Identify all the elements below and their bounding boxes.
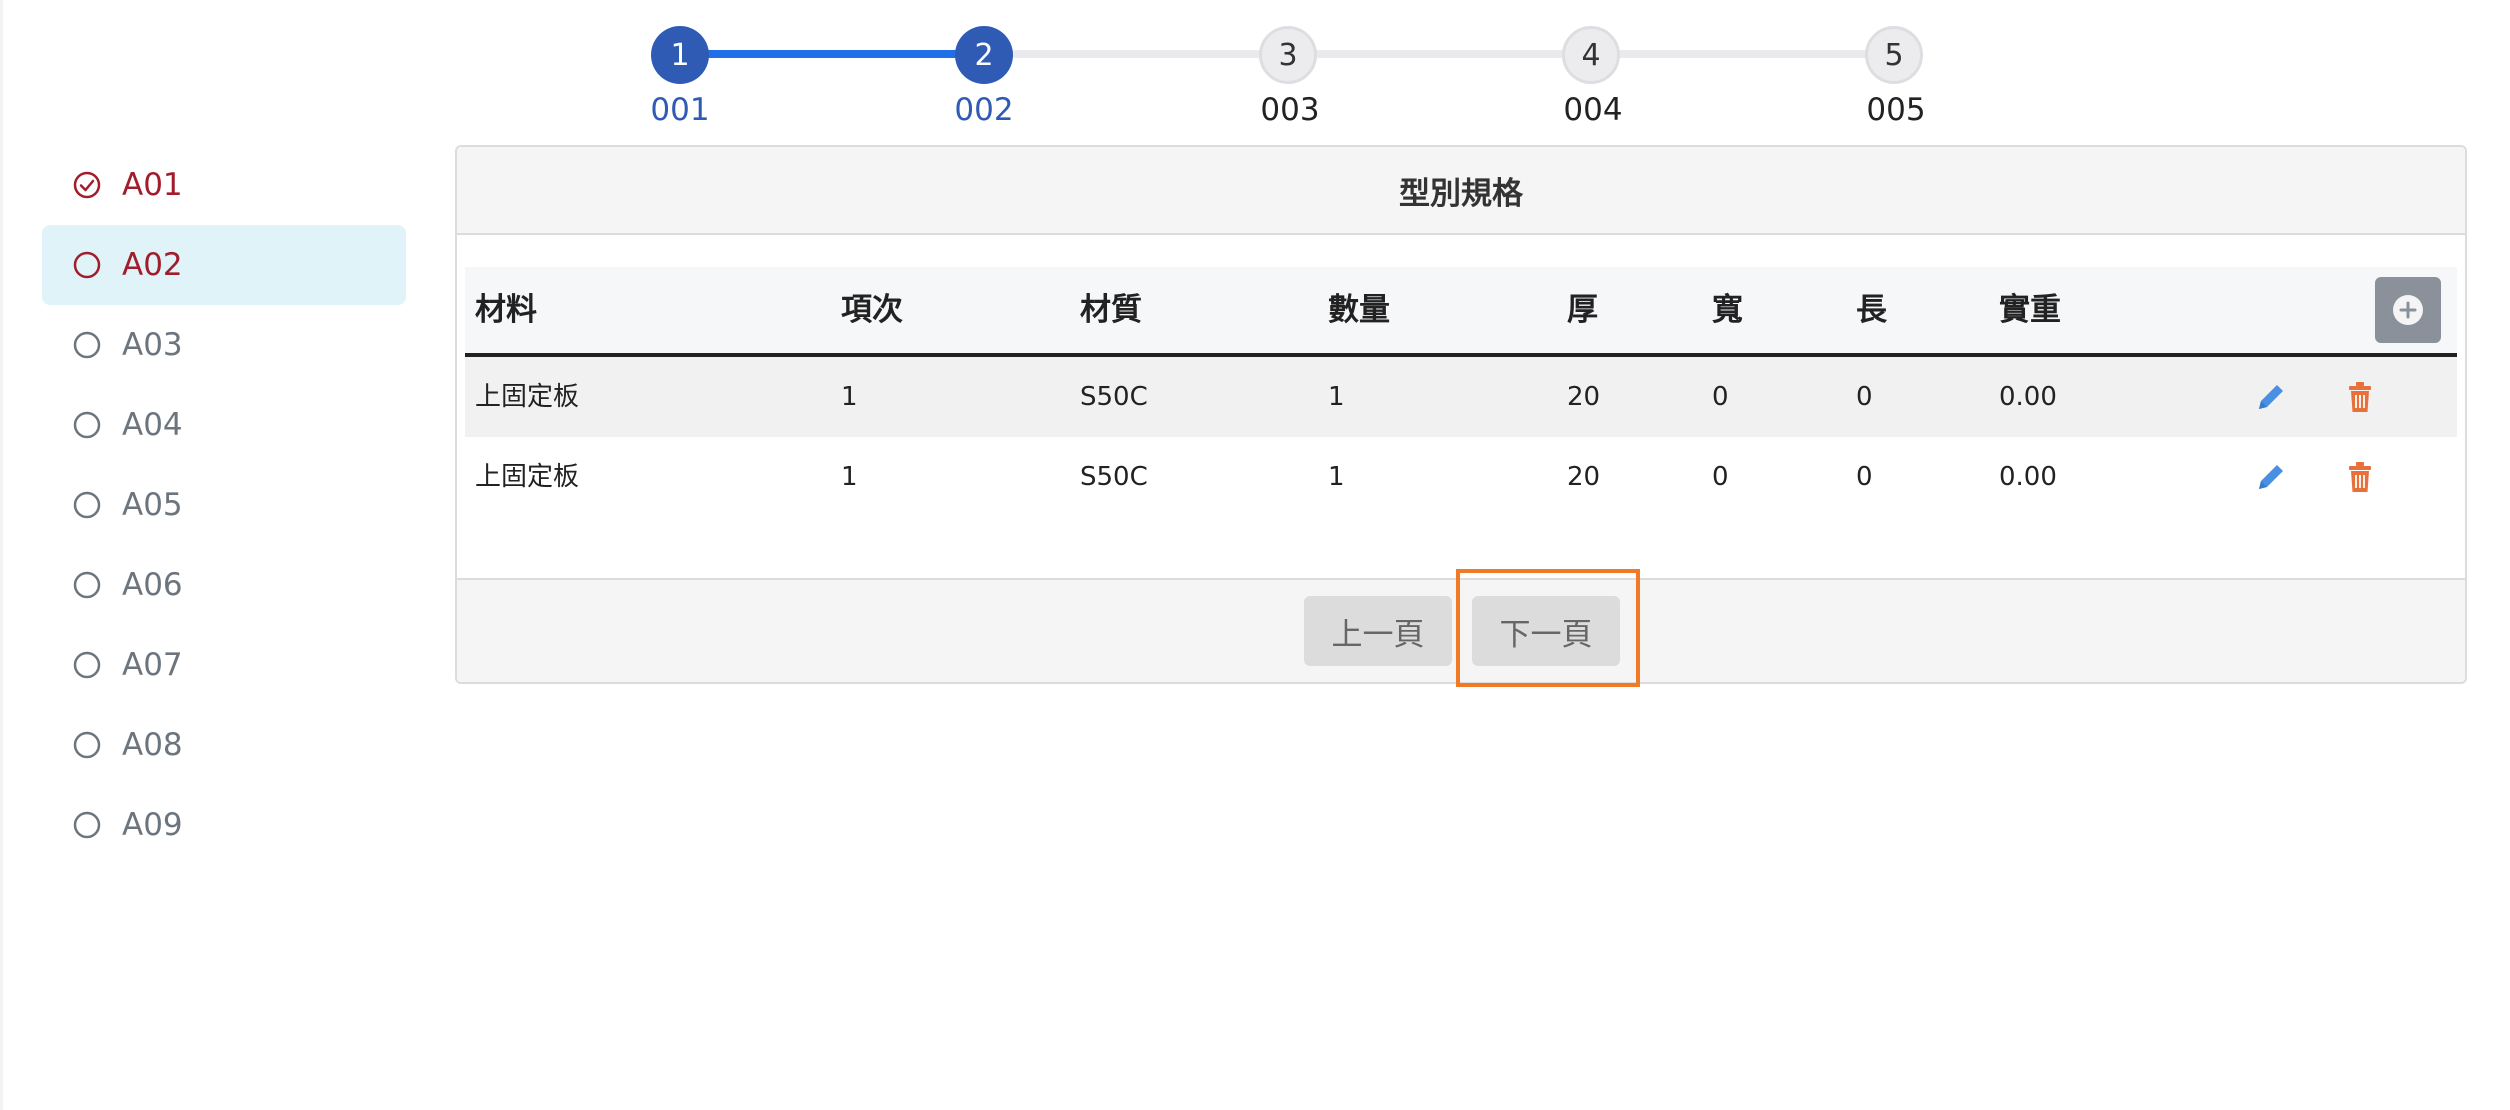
sidebar-item-label: A02 — [122, 247, 183, 283]
cell-item-no: 1 — [841, 462, 858, 492]
header-grade: 材質 — [1080, 292, 1142, 328]
cell-grade: S50C — [1080, 382, 1148, 412]
step-5-label: 005 — [1866, 92, 1926, 128]
previous-page-button[interactable]: 上一頁 — [1304, 596, 1452, 666]
sidebar-item-label: A08 — [122, 727, 183, 763]
pencil-icon[interactable] — [2253, 459, 2289, 495]
sidebar-item-label: A06 — [122, 567, 183, 603]
circle-icon — [73, 571, 101, 599]
cell-thickness: 20 — [1567, 382, 1601, 412]
sidebar-item-a05[interactable]: A05 — [42, 465, 406, 545]
circle-icon — [73, 251, 101, 279]
step-4-label: 004 — [1563, 92, 1623, 128]
cell-item-no: 1 — [841, 382, 858, 412]
pencil-icon[interactable] — [2253, 379, 2289, 415]
sidebar-item-a02[interactable]: A02 — [42, 225, 406, 305]
sidebar: A01 A02 A03 A04 A05 A06 A07 A08 A09 — [42, 145, 406, 865]
sidebar-item-label: A09 — [122, 807, 183, 843]
next-button-highlight — [1456, 569, 1640, 687]
window-left-edge — [0, 0, 3, 1110]
step-1-circle[interactable]: 1 — [651, 26, 709, 84]
step-2-label: 002 — [954, 92, 1014, 128]
sidebar-item-label: A04 — [122, 407, 183, 443]
sidebar-item-label: A03 — [122, 327, 183, 363]
sidebar-item-label: A01 — [122, 167, 183, 203]
cell-actual-weight: 0.00 — [1999, 462, 2057, 492]
step-5-circle[interactable]: 5 — [1865, 26, 1923, 84]
sidebar-item-label: A05 — [122, 487, 183, 523]
cell-grade: S50C — [1080, 462, 1148, 492]
circle-icon — [73, 411, 101, 439]
header-length: 長 — [1856, 292, 1887, 328]
sidebar-item-label: A07 — [122, 647, 183, 683]
header-actual-weight: 實重 — [1999, 292, 2061, 328]
cell-length: 0 — [1856, 462, 1873, 492]
sidebar-item-a01[interactable]: A01 — [42, 145, 406, 225]
sidebar-item-a08[interactable]: A08 — [42, 705, 406, 785]
table-row: 上固定板 1 S50C 1 20 0 0 0.00 — [465, 357, 2457, 437]
cell-thickness: 20 — [1567, 462, 1601, 492]
stepper-track-progress — [680, 50, 988, 58]
table-row: 上固定板 1 S50C 1 20 0 0 0.00 — [465, 437, 2457, 517]
check-circle-icon — [73, 171, 101, 199]
sidebar-item-a09[interactable]: A09 — [42, 785, 406, 865]
cell-quantity: 1 — [1328, 462, 1345, 492]
header-material: 材料 — [475, 292, 537, 328]
circle-icon — [73, 811, 101, 839]
step-4-circle[interactable]: 4 — [1562, 26, 1620, 84]
sidebar-item-a06[interactable]: A06 — [42, 545, 406, 625]
progress-stepper: 1 001 2 002 3 003 4 004 5 005 — [0, 0, 2510, 140]
header-item-no: 項次 — [841, 292, 903, 328]
circle-icon — [73, 731, 101, 759]
circle-icon — [73, 651, 101, 679]
cell-length: 0 — [1856, 382, 1873, 412]
header-width: 寬 — [1712, 292, 1743, 328]
card-title: 型別規格 — [457, 147, 2465, 235]
cell-material: 上固定板 — [475, 462, 580, 492]
step-3-label: 003 — [1260, 92, 1320, 128]
table-header-row: 材料 項次 材質 數量 厚 寬 長 實重 — [465, 267, 2457, 357]
circle-icon — [73, 331, 101, 359]
sidebar-item-a07[interactable]: A07 — [42, 625, 406, 705]
circle-icon — [73, 491, 101, 519]
spec-table: 材料 項次 材質 數量 厚 寬 長 實重 上固定板 1 S50C 1 20 0 … — [465, 267, 2457, 517]
sidebar-item-a03[interactable]: A03 — [42, 305, 406, 385]
step-1-label: 001 — [650, 92, 710, 128]
header-quantity: 數量 — [1328, 292, 1390, 328]
add-row-button[interactable] — [2375, 277, 2441, 343]
cell-width: 0 — [1712, 462, 1729, 492]
sidebar-item-a04[interactable]: A04 — [42, 385, 406, 465]
trash-icon[interactable] — [2342, 379, 2378, 415]
cell-actual-weight: 0.00 — [1999, 382, 2057, 412]
cell-width: 0 — [1712, 382, 1729, 412]
cell-material: 上固定板 — [475, 382, 580, 412]
step-3-circle[interactable]: 3 — [1259, 26, 1317, 84]
plus-circle-icon — [2393, 295, 2423, 325]
header-thickness: 厚 — [1567, 292, 1598, 328]
step-2-circle[interactable]: 2 — [955, 26, 1013, 84]
cell-quantity: 1 — [1328, 382, 1345, 412]
trash-icon[interactable] — [2342, 459, 2378, 495]
